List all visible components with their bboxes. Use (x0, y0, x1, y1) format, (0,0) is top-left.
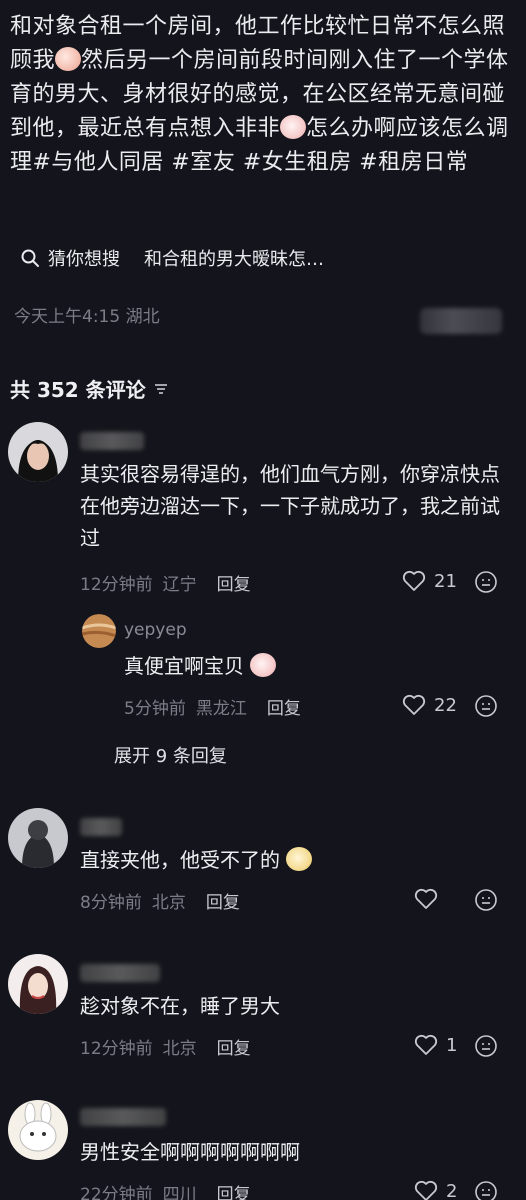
comment-meta: 12分钟前 辽宁 回复 (80, 570, 251, 595)
heart-icon (414, 1180, 438, 1200)
reply-button[interactable]: 回复 (217, 570, 251, 595)
comment-location: 四川 (162, 1185, 197, 1200)
shocked-face-icon (250, 653, 277, 677)
reply-button[interactable]: 回复 (217, 1034, 251, 1059)
comment-time: 22分钟前 (80, 1185, 153, 1200)
meh-face-icon (475, 889, 497, 911)
comment-time: 12分钟前 (80, 575, 153, 595)
like-button[interactable]: 21 (402, 570, 457, 592)
like-count: 21 (434, 570, 457, 592)
comment-meta: 8分钟前 北京 回复 (80, 888, 240, 913)
heart-icon (402, 570, 426, 591)
sob-face-icon (55, 47, 82, 71)
expand-replies-button[interactable]: 展开 9 条回复 (114, 742, 227, 768)
heart-icon (414, 1034, 438, 1055)
blush-face-icon (280, 115, 307, 139)
avatar[interactable] (8, 422, 68, 482)
comment-text: 直接夹他，他受不了的 (80, 844, 313, 876)
reply-button[interactable]: 回复 (217, 1180, 251, 1200)
dislike-button[interactable] (474, 694, 498, 722)
heart-icon (414, 888, 438, 909)
like-count: 2 (446, 1180, 458, 1200)
dislike-button[interactable] (474, 888, 498, 916)
meh-face-icon (475, 1035, 497, 1057)
dislike-button[interactable] (474, 570, 498, 598)
comment-location: 辽宁 (162, 575, 197, 595)
username-blurred[interactable] (80, 432, 144, 450)
search-icon (21, 249, 39, 267)
comment-time: 12分钟前 (80, 1039, 153, 1059)
comment-location: 北京 (162, 1039, 197, 1059)
comment-item: 趁对象不在，睡了男大 12分钟前 北京 回复 1 (0, 952, 526, 1072)
comment-item: 男性安全啊啊啊啊啊啊啊 22分钟前 四川 回复 2 (0, 1098, 526, 1200)
blurred-icon (420, 308, 502, 334)
comment-meta: 22分钟前 四川 回复 (80, 1180, 251, 1200)
username-blurred[interactable] (80, 1108, 166, 1126)
meh-face-icon (475, 1181, 497, 1200)
search-suggestion[interactable]: 猜你想搜 和合租的男大暧昧怎… (20, 244, 324, 272)
comment-time: 5分钟前 (124, 699, 186, 719)
comment-location: 黑龙江 (195, 699, 247, 719)
avatar[interactable] (8, 1100, 68, 1160)
meh-face-icon (475, 695, 497, 717)
like-count: 1 (446, 1034, 458, 1056)
comment-location: 北京 (151, 893, 186, 913)
sort-icon[interactable] (152, 380, 170, 398)
comment-item: 其实很容易得逞的，他们血气方刚，你穿凉快点在他旁边溜达一下，一下子就成功了，我之… (0, 420, 526, 610)
smug-face-icon (286, 847, 313, 871)
comments-count: 共 352 条评论 (10, 378, 146, 402)
avatar[interactable] (8, 954, 68, 1014)
suggestion-prefix: 猜你想搜 (48, 249, 120, 270)
username-blurred[interactable] (80, 964, 160, 982)
avatar[interactable] (8, 808, 68, 868)
comment-text: 其实很容易得逞的，他们血气方刚，你穿凉快点在他旁边溜达一下，一下子就成功了，我之… (80, 462, 500, 550)
reply-button[interactable]: 回复 (267, 694, 301, 719)
dislike-button[interactable] (474, 1034, 498, 1062)
username-blurred[interactable] (80, 818, 122, 836)
comments-header[interactable]: 共 352 条评论 (10, 374, 170, 403)
username[interactable]: yepyep (124, 620, 187, 640)
comment-item: 直接夹他，他受不了的 8分钟前 北京 回复 (0, 806, 526, 926)
comment-meta: 12分钟前 北京 回复 (80, 1034, 251, 1059)
comment-text: 男性安全啊啊啊啊啊啊啊 (80, 1140, 300, 1164)
like-button[interactable]: 22 (402, 694, 457, 716)
dislike-button[interactable] (474, 1180, 498, 1200)
comment-meta: 5分钟前 黑龙江 回复 (124, 694, 301, 719)
like-button[interactable]: 2 (414, 1180, 457, 1200)
reply-button[interactable]: 回复 (206, 888, 240, 913)
like-count: 22 (434, 694, 457, 716)
comment-text: 真便宜啊宝贝 (124, 650, 277, 682)
reply-item: yepyep 真便宜啊宝贝 5分钟前 黑龙江 回复 22 (0, 612, 526, 722)
avatar[interactable] (82, 614, 116, 648)
heart-icon (402, 694, 426, 715)
like-button[interactable]: 1 (414, 1034, 457, 1056)
suggestion-query[interactable]: 和合租的男大暧昧怎… (144, 245, 324, 271)
comment-text: 趁对象不在，睡了男大 (80, 994, 280, 1018)
like-button[interactable] (414, 888, 446, 910)
post-body: 和对象合租一个房间，他工作比较忙日常不怎么照顾我 然后另一个房间前段时间刚入住了一… (10, 10, 516, 180)
comment-time: 8分钟前 (80, 893, 142, 913)
meh-face-icon (475, 571, 497, 593)
post-meta: 今天上午4:15 湖北 (14, 307, 160, 327)
